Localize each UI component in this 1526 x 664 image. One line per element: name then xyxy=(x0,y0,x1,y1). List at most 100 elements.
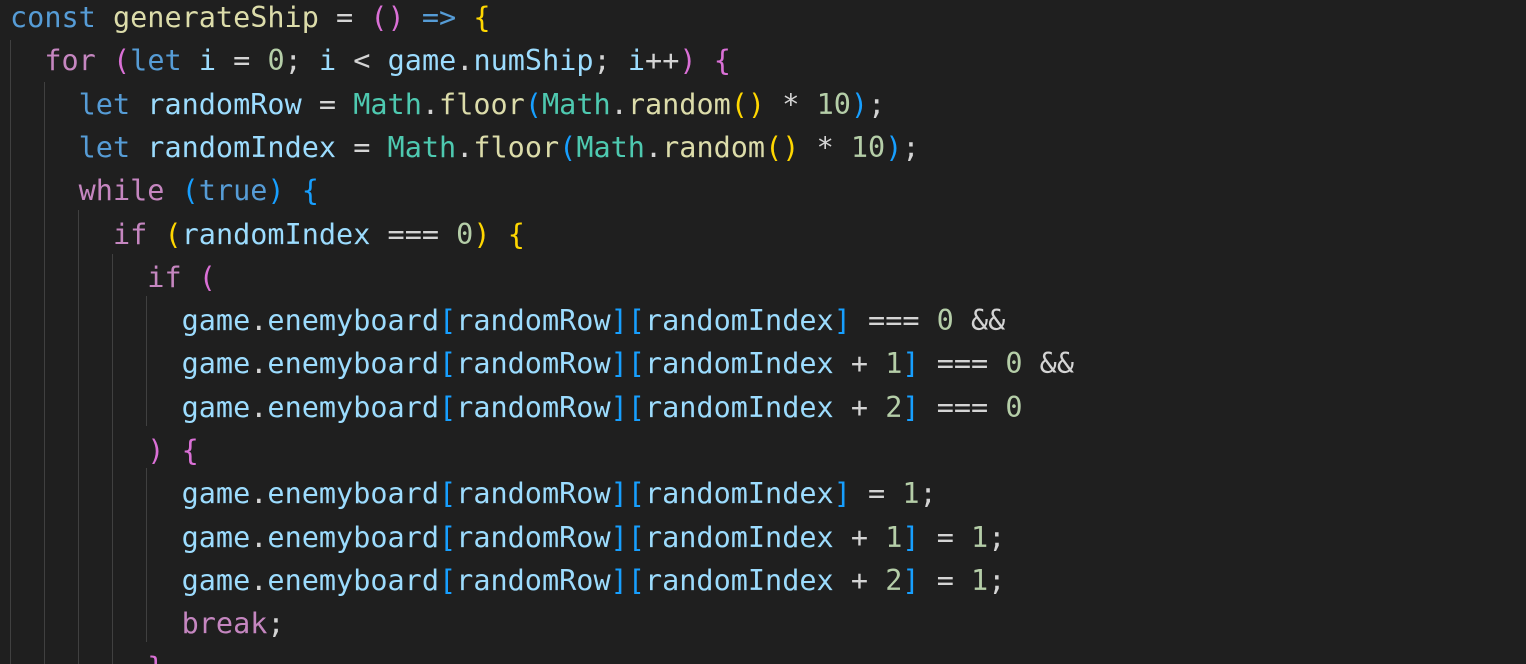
code-token: randomIndex xyxy=(147,130,337,164)
code-token: . xyxy=(456,44,474,78)
code-token: [ xyxy=(439,347,457,381)
code-line[interactable]: const generateShip = () => { xyxy=(10,0,491,39)
code-token: [ xyxy=(439,477,457,511)
code-line[interactable]: } xyxy=(10,646,164,664)
code-token: + xyxy=(833,347,886,381)
code-token: ] xyxy=(833,477,851,511)
code-token: game xyxy=(181,563,251,597)
code-token: enemyboard xyxy=(267,390,439,424)
code-token: . xyxy=(250,520,268,554)
code-token: generateShip xyxy=(112,1,319,34)
code-token: ( xyxy=(164,217,182,251)
code-line[interactable]: game.enemyboard[randomRow][randomIndex +… xyxy=(10,516,1006,559)
code-token: ; xyxy=(988,520,1006,554)
code-token: ] xyxy=(610,304,628,338)
code-token: Math xyxy=(387,130,457,164)
code-line[interactable]: game.enemyboard[randomRow][randomIndex] … xyxy=(10,299,1006,342)
code-token: 2 xyxy=(885,390,903,424)
code-token: true xyxy=(198,174,268,208)
code-token: if xyxy=(112,217,148,251)
code-token: ) xyxy=(147,434,165,467)
code-token: ; xyxy=(593,44,628,78)
code-token: randomRow xyxy=(456,347,611,381)
code-token: } xyxy=(147,651,164,664)
code-token: let xyxy=(130,44,182,78)
code-token: random xyxy=(627,87,731,121)
code-token: randomRow xyxy=(456,520,611,554)
code-line[interactable]: break; xyxy=(10,602,285,645)
code-token: ] xyxy=(902,563,920,597)
code-token: game xyxy=(181,347,251,381)
code-token: () xyxy=(370,1,405,34)
code-token: => xyxy=(421,1,457,34)
code-token: randomIndex xyxy=(644,347,834,381)
code-token: 1 xyxy=(902,477,920,511)
code-token: game xyxy=(181,520,251,554)
code-line[interactable]: if (randomIndex === 0) { xyxy=(10,213,525,256)
code-token: + xyxy=(833,520,886,554)
code-token: ; xyxy=(902,130,920,164)
code-token: floor xyxy=(473,130,560,164)
code-token: [ xyxy=(439,390,457,424)
code-token: . xyxy=(250,390,268,424)
code-token: i xyxy=(627,44,646,78)
code-token: ] xyxy=(610,563,628,597)
code-editor[interactable]: const generateShip = () => { for (let i … xyxy=(0,0,1526,664)
code-token: ] xyxy=(610,520,628,554)
code-line[interactable]: game.enemyboard[randomRow][randomIndex +… xyxy=(10,342,1074,385)
code-token: [ xyxy=(439,304,457,338)
code-line[interactable]: let randomIndex = Math.floor(Math.random… xyxy=(10,126,920,169)
code-token: = xyxy=(215,44,268,78)
code-token: () xyxy=(730,87,766,121)
code-token: === xyxy=(370,217,457,251)
code-line[interactable]: game.enemyboard[randomRow][randomIndex] … xyxy=(10,472,937,515)
code-token: randomIndex xyxy=(181,217,371,251)
code-token: = xyxy=(919,520,972,554)
code-line[interactable]: for (let i = 0; i < game.numShip; i++) { xyxy=(10,39,731,82)
code-token: () xyxy=(765,130,800,164)
code-token: 1 xyxy=(885,347,903,381)
code-token: i xyxy=(198,44,216,78)
code-line[interactable]: game.enemyboard[randomRow][randomIndex +… xyxy=(10,559,1006,602)
code-line[interactable]: while (true) { xyxy=(10,169,319,212)
code-token: game xyxy=(181,477,251,511)
code-line[interactable]: let randomRow = Math.floor(Math.random()… xyxy=(10,83,886,126)
code-token: . xyxy=(250,477,268,511)
code-token: game xyxy=(387,44,457,78)
code-token: [ xyxy=(627,563,645,597)
code-token: = xyxy=(301,87,354,121)
code-token: if xyxy=(147,260,182,294)
code-token: let xyxy=(78,130,131,164)
code-token: [ xyxy=(627,304,645,338)
code-token: ; xyxy=(868,87,886,121)
code-token: ] xyxy=(833,304,851,338)
code-token: ] xyxy=(610,477,628,511)
code-token: 1 xyxy=(971,563,989,597)
code-line[interactable]: if ( xyxy=(10,256,216,299)
code-token: 1 xyxy=(885,520,903,554)
code-token: ( xyxy=(112,44,131,78)
code-token: && xyxy=(953,304,1006,338)
code-token: . xyxy=(456,130,474,164)
code-token: ( xyxy=(559,130,577,164)
code-line[interactable]: ) { xyxy=(10,429,199,472)
code-token: === xyxy=(919,390,1006,424)
code-token: = xyxy=(336,130,388,164)
code-token: i xyxy=(318,44,337,78)
code-token: ) xyxy=(850,87,869,121)
code-token: while xyxy=(78,174,165,208)
code-line[interactable]: game.enemyboard[randomRow][randomIndex +… xyxy=(10,386,1023,429)
code-token: { xyxy=(301,174,319,208)
